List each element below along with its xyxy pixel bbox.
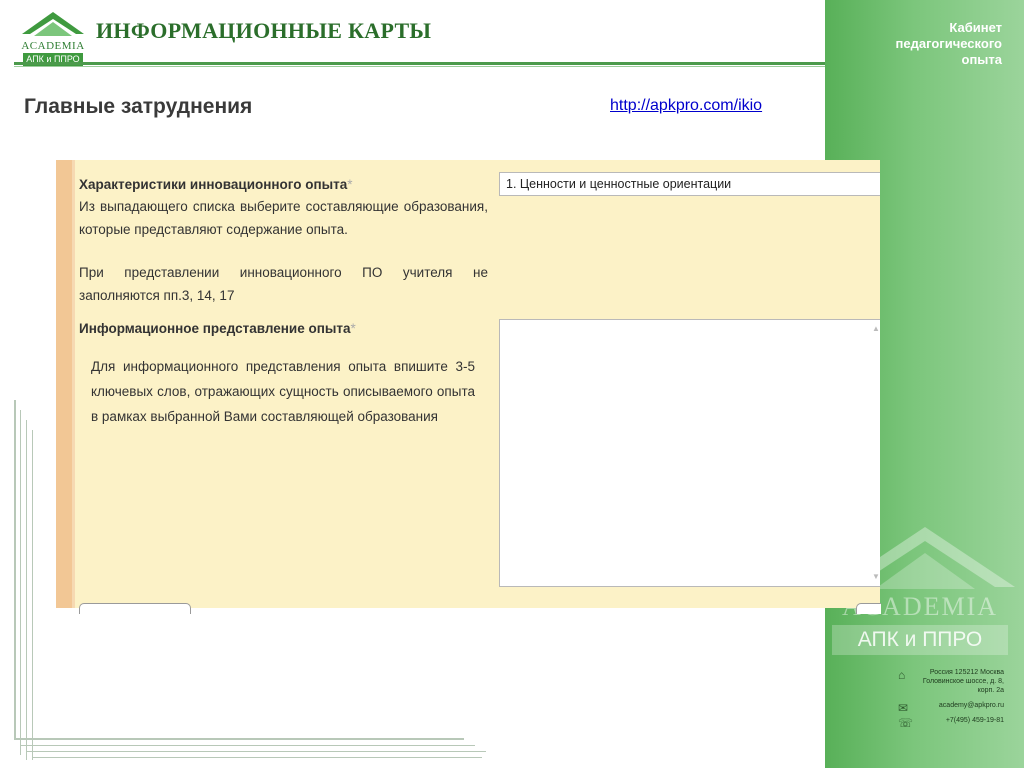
form-button-partial-right[interactable] (856, 603, 881, 614)
field2-title-text: Информационное представление опыта (79, 321, 351, 336)
address-text: Россия 125212 Москва Головинское шоссе, … (922, 669, 1004, 694)
form-left-stripe (56, 160, 72, 608)
phone-icon: ☏ (898, 716, 914, 730)
phone-text: +7(495) 459-19-81 (945, 717, 1004, 724)
apkpro-link[interactable]: http://apkpro.com/ikio (610, 97, 762, 115)
scroll-down-icon[interactable]: ▼ (872, 568, 880, 586)
home-icon: ⌂ (898, 668, 906, 682)
academia-logo: ACADEMIA АПК и ППРО (20, 10, 86, 66)
required-mark: * (347, 177, 353, 192)
field1-select[interactable]: 1. Ценности и ценностные ориентации (499, 172, 880, 196)
email-text[interactable]: academy@apkpro.ru (922, 701, 1004, 710)
caption-line: опыта (961, 52, 1003, 67)
decor-line (14, 738, 464, 740)
field2-textarea[interactable]: ▲ ▼ (499, 319, 880, 587)
decor-line (26, 420, 27, 760)
form-button-partial[interactable] (79, 603, 191, 614)
decor-line (14, 400, 16, 740)
decor-line (32, 757, 482, 758)
field1-title-text: Характеристики инновационного опыта (79, 177, 348, 192)
header-divider (14, 62, 826, 65)
field1-title: Характеристики инновационного опыта* (79, 177, 353, 192)
contact-phone: ☏ +7(495) 459-19-81 (898, 716, 1004, 730)
field1-desc2: При представлении инновационного ПО учит… (79, 265, 488, 303)
decor-line (20, 745, 475, 746)
envelope-icon: ✉ (898, 701, 909, 715)
required-mark: * (350, 321, 356, 336)
decor-line (32, 430, 33, 760)
field2-title: Информационное представление опыта* (79, 321, 356, 336)
decor-line (20, 410, 21, 755)
decor-line (26, 751, 486, 752)
caption-line: Кабинет (949, 20, 1002, 35)
page-title: Главные затруднения (24, 95, 253, 118)
scroll-up-icon[interactable]: ▲ (872, 320, 880, 338)
contact-email: ✉ academy@apkpro.ru (898, 701, 1004, 715)
form-left-stripe-light (72, 160, 75, 608)
contacts-block: ⌂ Россия 125212 Москва Головинское шоссе… (898, 668, 1004, 731)
side-logo-apk: АПК и ППРО (832, 625, 1008, 655)
form-screenshot: Характеристики инновационного опыта* Из … (56, 160, 881, 614)
field2-hint: Для информационного представления опыта … (91, 359, 475, 424)
side-panel-caption: Кабинет педагогического опыта (832, 20, 1002, 68)
header-title: ИНФОРМАЦИОННЫЕ КАРТЫ (96, 18, 432, 43)
header-divider-thin (14, 66, 826, 67)
logo-academia-text: ACADEMIA (21, 40, 85, 52)
field1-desc1: Из выпадающего списка выберите составляю… (79, 199, 488, 237)
contact-address: ⌂ Россия 125212 Москва Головинское шоссе… (898, 668, 1004, 695)
caption-line: педагогического (895, 36, 1002, 51)
